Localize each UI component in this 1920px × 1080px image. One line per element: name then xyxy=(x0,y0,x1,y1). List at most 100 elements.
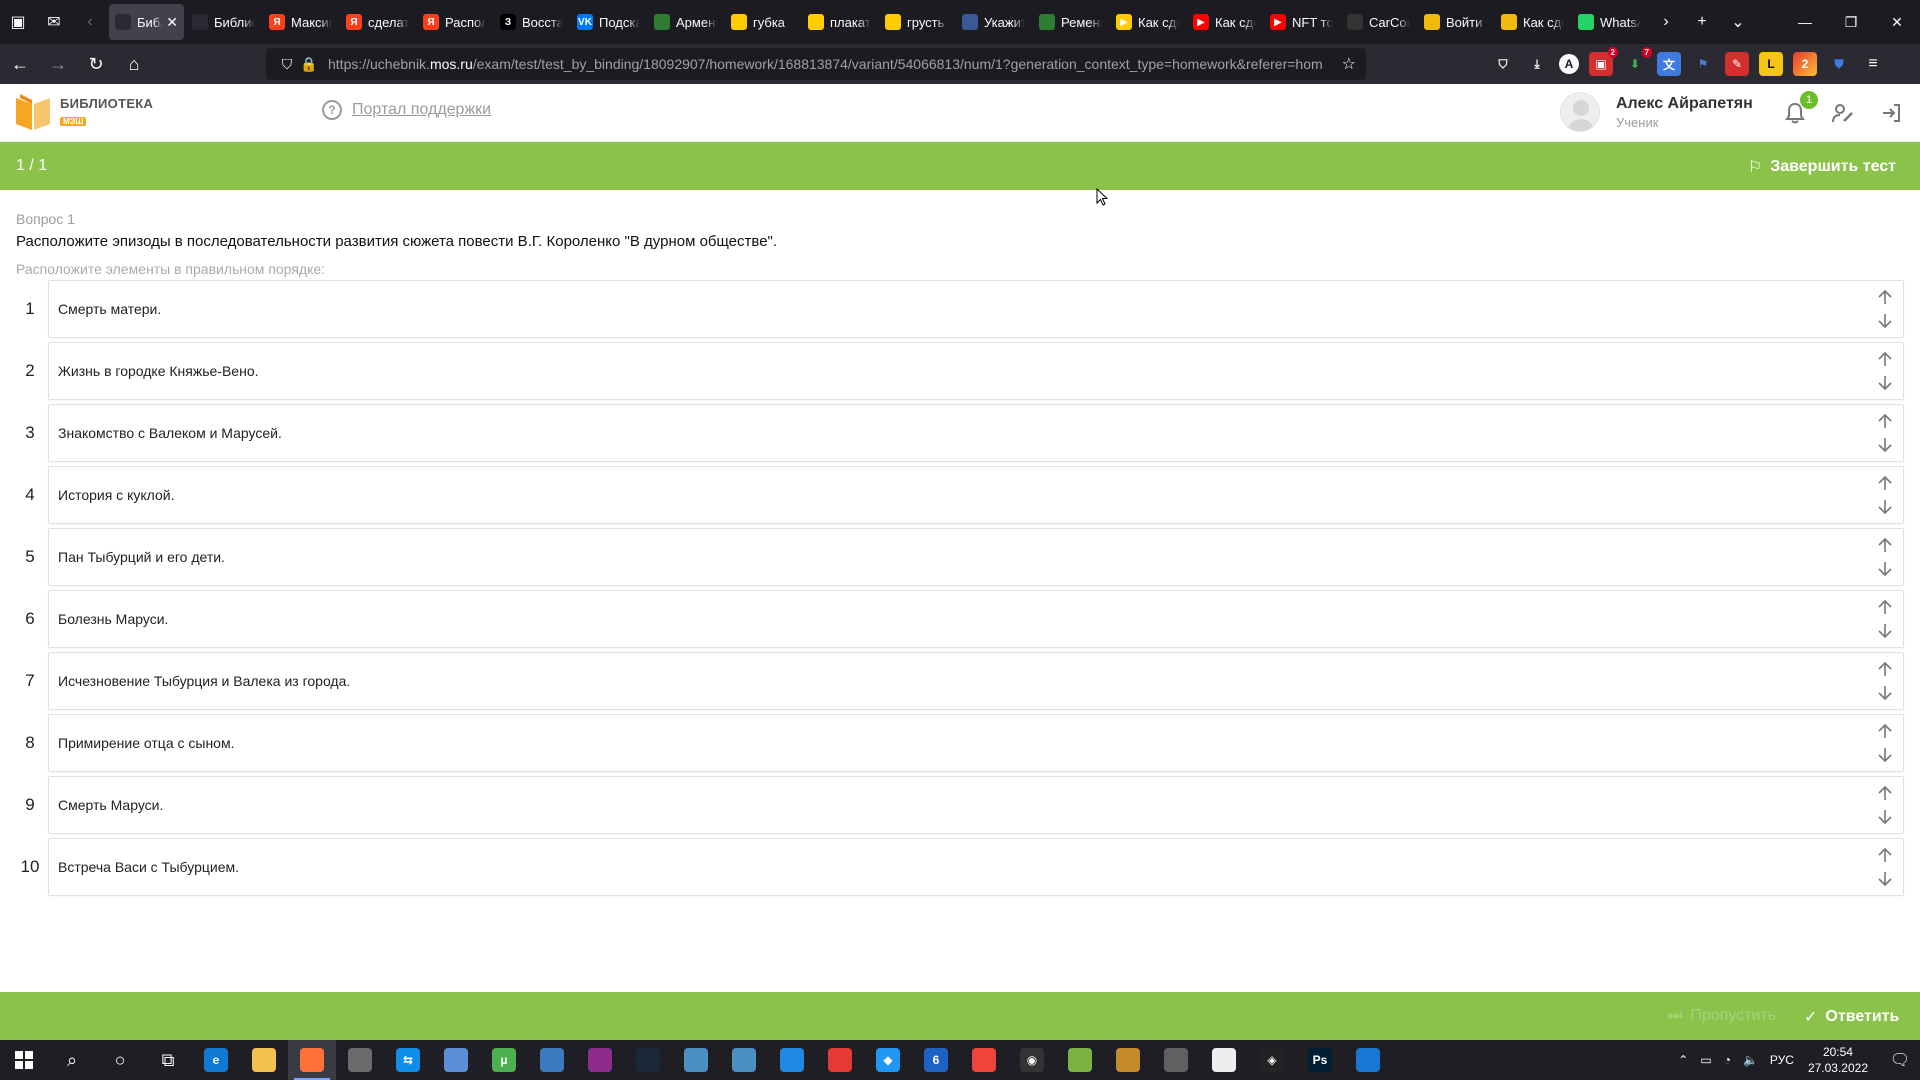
taskbar-unity-button[interactable]: ◈ xyxy=(1248,1040,1296,1080)
browser-tab[interactable]: Я Максим xyxy=(263,4,338,40)
move-down-arrow-icon[interactable] xyxy=(1875,869,1895,889)
back-icon[interactable]: ← xyxy=(2,48,38,80)
action-center-icon[interactable]: 🗨 xyxy=(1880,1040,1920,1080)
browser-tab[interactable]: Библиотека МЭШ✕ xyxy=(109,4,184,40)
downloads-icon[interactable]: ⤓ xyxy=(1525,52,1549,76)
wifi-icon[interactable]: ◔ xyxy=(1724,1053,1731,1067)
move-down-arrow-icon[interactable] xyxy=(1875,497,1895,517)
translate-icon[interactable]: 文 xyxy=(1657,52,1681,76)
taskbar-app-4-button[interactable] xyxy=(672,1040,720,1080)
browser-tab[interactable]: WhatsApp xyxy=(1572,4,1647,40)
lock-icon[interactable]: 🔒 xyxy=(298,56,320,73)
browser-tab[interactable]: ▶ Как сделать xyxy=(1110,4,1185,40)
logout-icon[interactable] xyxy=(1878,100,1904,126)
browser-tab[interactable]: Библиотека xyxy=(186,4,261,40)
move-up-arrow-icon[interactable] xyxy=(1875,783,1895,803)
taskbar-app-6-button[interactable] xyxy=(1056,1040,1104,1080)
list-all-tabs-icon[interactable]: ⌄ xyxy=(1720,4,1756,40)
sortable-item[interactable]: Встреча Васи с Тыбурцием. xyxy=(48,838,1904,896)
taskbar-winrar-button[interactable] xyxy=(576,1040,624,1080)
reload-icon[interactable]: ↻ xyxy=(78,48,114,80)
taskbar-cortana-button[interactable]: ○ xyxy=(96,1040,144,1080)
browser-tab[interactable]: Как сделать xyxy=(1495,4,1570,40)
sortable-item[interactable]: Смерть матери. xyxy=(48,280,1904,338)
move-up-arrow-icon[interactable] xyxy=(1875,659,1895,679)
move-down-arrow-icon[interactable] xyxy=(1875,435,1895,455)
network-icon[interactable]: ▭ xyxy=(1700,1053,1711,1067)
move-down-arrow-icon[interactable] xyxy=(1875,311,1895,331)
taskbar-explorer-button[interactable] xyxy=(240,1040,288,1080)
browser-tab[interactable]: З Восстановите xyxy=(494,4,569,40)
browser-tab[interactable]: ▶ Как сделать xyxy=(1187,4,1262,40)
move-down-arrow-icon[interactable] xyxy=(1875,745,1895,765)
menu-icon[interactable]: ≡ xyxy=(1861,52,1885,76)
list-item[interactable]: 7 Исчезновение Тыбурция и Валека из город… xyxy=(12,652,1904,714)
taskbar-calculator-button[interactable] xyxy=(720,1040,768,1080)
list-item[interactable]: 1 Смерть матери. xyxy=(12,280,1904,342)
browser-tab[interactable]: Армения xyxy=(648,4,723,40)
forward-icon[interactable]: → xyxy=(40,48,76,80)
close-window-icon[interactable]: ✕ xyxy=(1874,0,1920,44)
taskbar-utorrent-button[interactable]: µ xyxy=(480,1040,528,1080)
sortable-item[interactable]: Исчезновение Тыбурция и Валека из города… xyxy=(48,652,1904,710)
new-tab-icon[interactable]: + xyxy=(1684,4,1720,40)
move-up-arrow-icon[interactable] xyxy=(1875,287,1895,307)
sortable-item[interactable]: Смерть Маруси. xyxy=(48,776,1904,834)
browser-tab[interactable]: CarConnect xyxy=(1341,4,1416,40)
taskbar-steam-button[interactable] xyxy=(624,1040,672,1080)
list-item[interactable]: 3 Знакомство с Валеком и Марусей. xyxy=(12,404,1904,466)
taskbar-word-button[interactable]: 6 xyxy=(912,1040,960,1080)
sortable-item[interactable]: Жизнь в городке Княжье-Вено. xyxy=(48,342,1904,400)
browser-tab[interactable]: VK Подскажите xyxy=(571,4,646,40)
browser-tab[interactable]: плакат xyxy=(802,4,877,40)
browser-tab[interactable]: грусть xyxy=(879,4,954,40)
taskbar-notepad-button[interactable] xyxy=(1200,1040,1248,1080)
taskbar-search-button[interactable]: ⌕ xyxy=(48,1040,96,1080)
notifications-bell-icon[interactable]: 1 xyxy=(1782,91,1818,126)
move-up-arrow-icon[interactable] xyxy=(1875,411,1895,431)
move-up-arrow-icon[interactable] xyxy=(1875,597,1895,617)
move-down-arrow-icon[interactable] xyxy=(1875,621,1895,641)
extension-download-icon[interactable]: ⬇ 7 xyxy=(1623,47,1652,76)
user-profile[interactable]: Алекс Айрапетян Ученик xyxy=(1560,92,1753,132)
browser-tab[interactable]: Войти xyxy=(1418,4,1493,40)
browser-tab[interactable]: Ремень xyxy=(1033,4,1108,40)
move-down-arrow-icon[interactable] xyxy=(1875,559,1895,579)
scroll-tabs-left-icon[interactable]: ‹ xyxy=(72,4,108,40)
mail-tab-icon[interactable]: ✉ xyxy=(36,4,72,40)
list-item[interactable]: 5 Пан Тыбурций и его дети. xyxy=(12,528,1904,590)
move-down-arrow-icon[interactable] xyxy=(1875,807,1895,827)
move-up-arrow-icon[interactable] xyxy=(1875,473,1895,493)
browser-tab[interactable]: Ясделать xyxy=(340,4,415,40)
list-item[interactable]: 2 Жизнь в городке Княжье-Вено. xyxy=(12,342,1904,404)
taskbar-app-8-button[interactable] xyxy=(1152,1040,1200,1080)
extension-pen-icon[interactable]: ✎ xyxy=(1725,52,1749,76)
url-text[interactable]: https://uchebnik.mos.ru/exam/test/test_b… xyxy=(328,56,1334,72)
tray-expand-icon[interactable]: ⌃ xyxy=(1678,1053,1688,1067)
list-item[interactable]: 9 Смерть Маруси. xyxy=(12,776,1904,838)
browser-tab[interactable]: ▶ NFT токены xyxy=(1264,4,1339,40)
scroll-tabs-right-icon[interactable]: › xyxy=(1648,4,1684,40)
extension-flag-icon[interactable]: ⚑ xyxy=(1691,52,1715,76)
move-down-arrow-icon[interactable] xyxy=(1875,683,1895,703)
restore-icon[interactable]: ❐ xyxy=(1828,0,1874,44)
support-portal-link[interactable]: ? Портал поддержки xyxy=(322,100,491,120)
taskbar-anydesk-button[interactable] xyxy=(960,1040,1008,1080)
volume-icon[interactable]: 🔈 xyxy=(1743,1053,1758,1067)
sortable-item[interactable]: Пан Тыбурций и его дети. xyxy=(48,528,1904,586)
account-icon[interactable]: A xyxy=(1559,54,1579,74)
taskbar-app-3-button[interactable] xyxy=(528,1040,576,1080)
extension-red-icon[interactable]: ▣ 2 xyxy=(1589,47,1618,76)
browser-tab[interactable]: губка xyxy=(725,4,800,40)
sortable-item[interactable]: История с куклой. xyxy=(48,466,1904,524)
move-down-arrow-icon[interactable] xyxy=(1875,373,1895,393)
list-item[interactable]: 6 Болезнь Маруси. xyxy=(12,590,1904,652)
minimize-icon[interactable]: — xyxy=(1782,0,1828,44)
move-up-arrow-icon[interactable] xyxy=(1875,535,1895,555)
taskbar-app-5-button[interactable]: ◆ xyxy=(864,1040,912,1080)
list-item[interactable]: 8 Примирение отца с сыном. xyxy=(12,714,1904,776)
close-tab-icon[interactable]: ✕ xyxy=(166,14,178,31)
move-up-arrow-icon[interactable] xyxy=(1875,721,1895,741)
move-up-arrow-icon[interactable] xyxy=(1875,845,1895,865)
shield-icon[interactable]: ⛉ xyxy=(276,56,298,73)
